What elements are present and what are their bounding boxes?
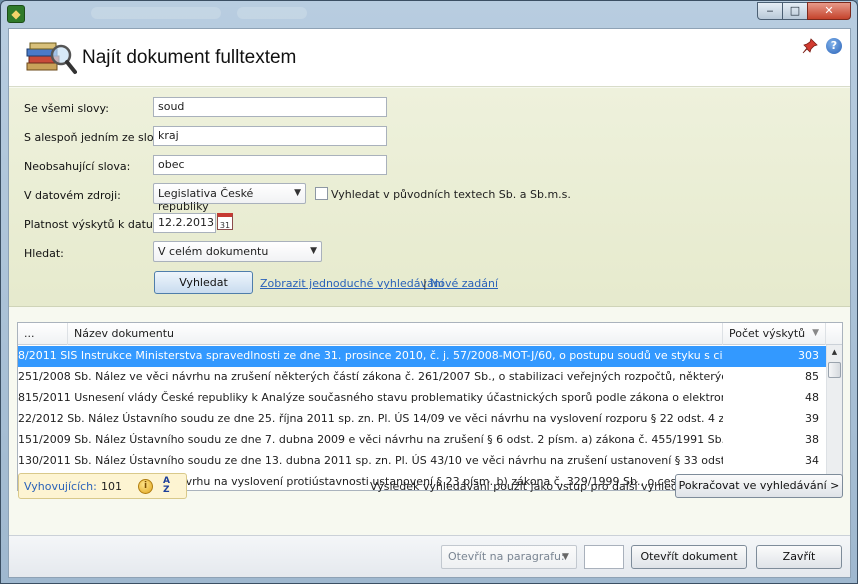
document-name: 8/2011 SIS Instrukce Ministerstva sprave… xyxy=(18,349,723,362)
book-search-icon xyxy=(26,42,77,74)
results-scrollbar[interactable]: ▲ ▼ xyxy=(826,345,842,490)
table-row[interactable]: 130/2011 Sb. Nález Ústavního soudu ze dn… xyxy=(18,451,826,472)
table-row[interactable]: 151/2009 Sb. Nález Ústavního soudu ze dn… xyxy=(18,430,826,451)
matching-count: 101 xyxy=(101,480,122,493)
occurrence-count: 39 xyxy=(805,412,819,425)
without-words-input[interactable]: obec xyxy=(153,155,387,175)
window-title-blurred xyxy=(91,7,221,19)
dialog-client: Najít dokument fulltextem ? Se všemi slo… xyxy=(8,28,851,578)
help-icon[interactable]: ? xyxy=(826,38,842,54)
table-row[interactable]: 251/2008 Sb. Nález ve věci návrhu na zru… xyxy=(18,367,826,388)
occurrence-count: 38 xyxy=(805,433,819,446)
column-count-header[interactable]: Počet výskytů ▼ xyxy=(723,323,826,345)
document-name: 251/2008 Sb. Nález ve věci návrhu na zru… xyxy=(18,370,723,383)
chevron-down-icon: ▼ xyxy=(294,188,301,198)
search-form: Se všemi slovy: soud S alespoň jedním ze… xyxy=(9,88,850,307)
document-name: 151/2009 Sb. Nález Ústavního soudu ze dn… xyxy=(18,433,723,446)
info-icon[interactable]: i xyxy=(138,479,153,494)
source-label: V datovém zdroji: xyxy=(24,189,121,202)
open-document-button[interactable]: Otevřít dokument xyxy=(631,545,747,569)
window-title-blurred xyxy=(237,7,307,19)
open-at-paragraph-select[interactable]: Otevřít na paragrafu: ▼ xyxy=(441,545,577,569)
continue-label: Výsledek vyhledávání použít jako vstup p… xyxy=(370,480,712,493)
dialog-header: Najít dokument fulltextem ? xyxy=(9,29,850,87)
source-select[interactable]: Legislativa České republiky ▼ xyxy=(153,183,306,213)
all-words-label: Se všemi slovy: xyxy=(24,102,109,115)
scroll-up-icon[interactable]: ▲ xyxy=(827,345,842,360)
document-name: 130/2011 Sb. Nález Ústavního soudu ze dn… xyxy=(18,454,723,467)
search-button[interactable]: Vyhledat xyxy=(154,271,253,294)
original-texts-checkbox[interactable] xyxy=(315,187,328,200)
validity-date-input[interactable]: 12.2.2013 xyxy=(153,213,216,233)
main-window: ◆ ‒ □ ✕ Najít dokument fulltextem ? Se v… xyxy=(0,0,858,584)
column-name-header[interactable]: Název dokumentu xyxy=(68,323,723,345)
paragraph-input[interactable] xyxy=(584,545,624,569)
dialog-title: Najít dokument fulltextem xyxy=(82,47,297,68)
column-count-label: Počet výskytů xyxy=(729,327,806,340)
results-table: ... Název dokumentu Počet výskytů ▼ 8/20… xyxy=(17,322,843,491)
without-words-label: Neobsahující slova: xyxy=(24,160,131,173)
pin-icon[interactable] xyxy=(802,38,818,54)
occurrence-count: 85 xyxy=(805,370,819,383)
chevron-down-icon: ▼ xyxy=(310,246,317,256)
any-word-input[interactable]: kraj xyxy=(153,126,387,146)
matching-count-box: Vyhovujících: 101 i A Z xyxy=(18,473,187,499)
app-icon: ◆ xyxy=(7,5,25,23)
open-at-paragraph-label: Otevřít na paragrafu: xyxy=(448,550,565,563)
document-name: 22/2012 Sb. Nález Ústavního soudu ze dne… xyxy=(18,412,723,425)
close-window-button[interactable]: ✕ xyxy=(807,2,851,20)
occurrence-count: 303 xyxy=(798,349,819,362)
table-row[interactable]: 8/2011 SIS Instrukce Ministerstva sprave… xyxy=(18,346,826,367)
sort-az-icon[interactable]: A Z xyxy=(163,477,179,496)
all-words-input[interactable]: soud xyxy=(153,97,387,117)
validity-label: Platnost výskytů k datu: xyxy=(24,218,157,231)
table-row[interactable]: 815/2011 Usnesení vlády České republiky … xyxy=(18,388,826,409)
search-in-select-value: V celém dokumentu xyxy=(158,245,269,258)
minimize-button[interactable]: ‒ xyxy=(757,2,783,20)
continue-search-button[interactable]: Pokračovat ve vyhledávání > xyxy=(675,474,843,498)
scrollbar-thumb[interactable] xyxy=(828,362,841,378)
any-word-label: S alespoň jedním ze slov: xyxy=(24,131,164,144)
occurrence-count: 48 xyxy=(805,391,819,404)
link-separator: | xyxy=(423,277,427,290)
close-button[interactable]: Zavřít xyxy=(756,545,842,569)
document-name: 815/2011 Usnesení vlády České republiky … xyxy=(18,391,723,404)
table-row[interactable]: 22/2012 Sb. Nález Ústavního soudu ze dne… xyxy=(18,409,826,430)
column-menu-header[interactable]: ... xyxy=(18,323,68,345)
simple-search-link[interactable]: Zobrazit jednoduché vyhledávání xyxy=(260,277,444,290)
source-select-value: Legislativa České republiky xyxy=(158,187,254,213)
maximize-button[interactable]: □ xyxy=(782,2,808,20)
search-in-select[interactable]: V celém dokumentu ▼ xyxy=(153,241,322,262)
dialog-footer: Otevřít na paragrafu: ▼ Otevřít dokument… xyxy=(9,535,850,577)
new-query-link[interactable]: Nové zadání xyxy=(430,277,498,290)
original-texts-label[interactable]: Vyhledat v původních textech Sb. a Sb.m.… xyxy=(331,188,571,201)
sort-desc-icon: ▼ xyxy=(812,328,819,338)
title-bar[interactable]: ◆ ‒ □ ✕ xyxy=(1,1,857,27)
sort-az-bottom: Z xyxy=(163,485,170,495)
occurrence-count: 34 xyxy=(805,454,819,467)
search-in-label: Hledat: xyxy=(24,247,64,260)
results-table-header: ... Název dokumentu Počet výskytů ▼ xyxy=(18,323,842,345)
calendar-icon[interactable]: 31 xyxy=(217,213,233,230)
matching-label: Vyhovujících: xyxy=(24,480,97,493)
chevron-down-icon: ▼ xyxy=(562,552,569,562)
